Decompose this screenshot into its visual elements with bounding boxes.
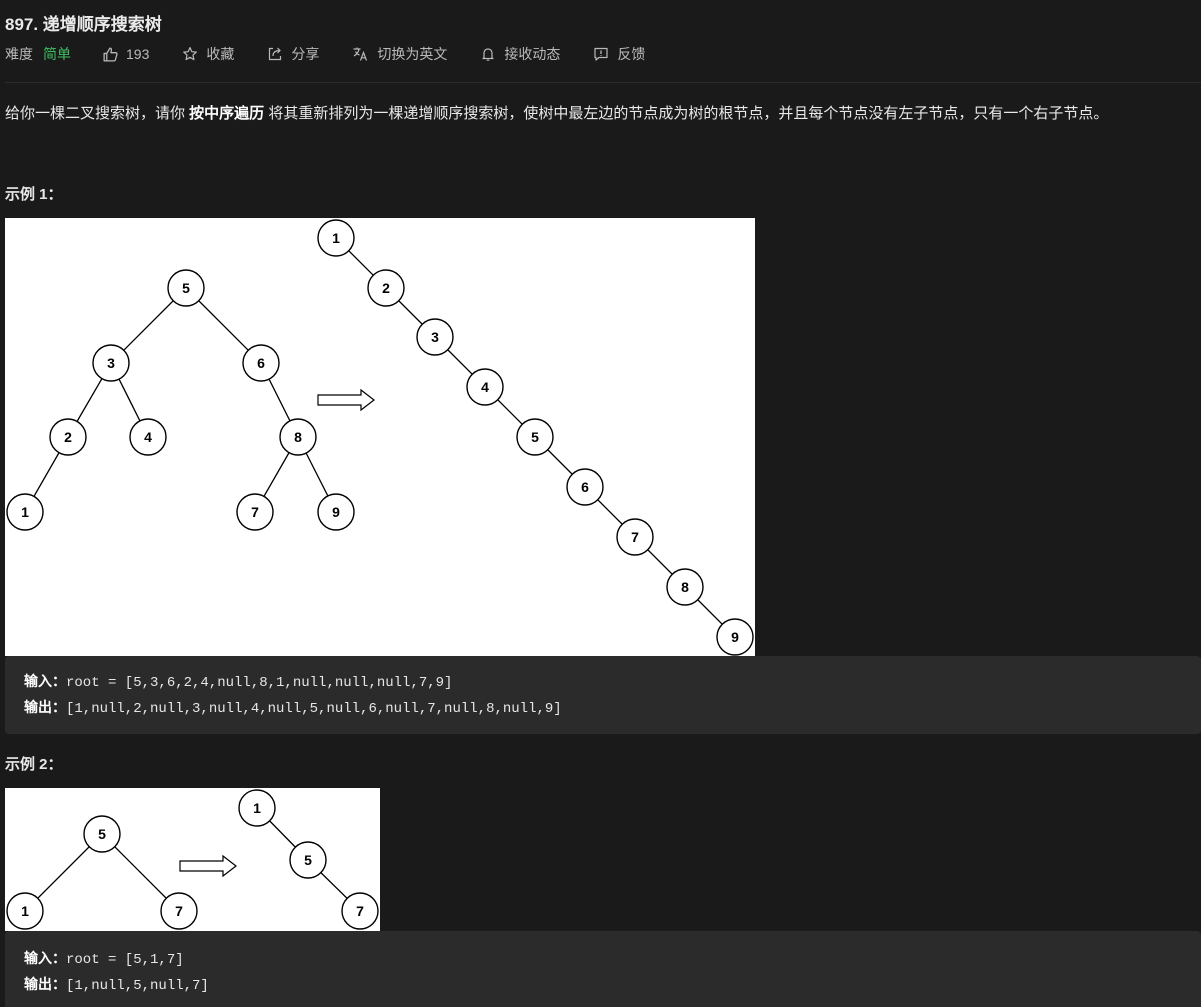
example-2-title: 示例 2： bbox=[5, 756, 63, 773]
tree-node: 5 bbox=[182, 280, 190, 296]
tree-node: 1 bbox=[21, 504, 29, 520]
tree-node: 2 bbox=[382, 280, 390, 296]
header-divider bbox=[5, 82, 1201, 83]
feedback-button[interactable]: 反馈 bbox=[593, 44, 645, 64]
thumbs-up-icon bbox=[102, 46, 119, 63]
tree-node: 7 bbox=[251, 504, 259, 520]
bell-icon bbox=[480, 46, 496, 62]
switch-language-label: 切换为英文 bbox=[377, 46, 448, 62]
description-text: 给你一棵二叉搜索树，请你 bbox=[5, 105, 190, 122]
description-text-continued: 将其重新排列为一棵递增顺序搜索树，使树中最左边的节点成为树的根节点，并且每个节点… bbox=[264, 105, 1109, 122]
favorite-label: 收藏 bbox=[206, 46, 235, 62]
description-emphasis: 按中序遍历 bbox=[189, 105, 265, 122]
tree-node: 7 bbox=[356, 903, 364, 919]
difficulty-badge: 简单 bbox=[43, 46, 71, 62]
like-count: 193 bbox=[126, 46, 150, 62]
tree-node: 5 bbox=[98, 826, 106, 842]
feedback-icon bbox=[593, 46, 609, 62]
example-1-input: 输入：root = [5,3,6,2,4,null,8,1,null,null,… bbox=[24, 671, 452, 691]
share-label: 分享 bbox=[291, 46, 320, 62]
tree-node: 4 bbox=[144, 429, 152, 445]
tree-node: 3 bbox=[431, 329, 439, 345]
tree-node: 3 bbox=[107, 355, 115, 371]
tree-node: 7 bbox=[631, 529, 639, 545]
translate-icon bbox=[352, 46, 369, 62]
example-2-output: 输出：[1,null,5,null,7] bbox=[24, 974, 209, 994]
switch-language-button[interactable]: 切换为英文 bbox=[352, 44, 447, 64]
tree-node: 4 bbox=[481, 379, 489, 395]
output-label: 输出： bbox=[24, 699, 66, 715]
problem-toolbar: 难度 简单 193 收藏 分享 切换为英文 接收动态 反馈 bbox=[5, 44, 645, 64]
tree-node: 5 bbox=[531, 429, 539, 445]
problem-description: 给你一棵二叉搜索树，请你 按中序遍历 将其重新排列为一棵递增顺序搜索树，使树中最… bbox=[5, 102, 1108, 123]
like-button[interactable]: 193 bbox=[102, 46, 149, 63]
tree-node: 6 bbox=[257, 355, 265, 371]
feedback-label: 反馈 bbox=[617, 46, 646, 62]
input-value: root = [5,3,6,2,4,null,8,1,null,null,nul… bbox=[66, 675, 453, 691]
output-label: 输出： bbox=[24, 976, 66, 992]
input-label: 输入： bbox=[24, 950, 66, 966]
example-1-figure: 5 3 6 2 4 8 1 7 9 1 2 3 4 5 6 7 8 9 bbox=[5, 218, 755, 656]
example-2-input: 输入：root = [5,1,7] bbox=[24, 948, 184, 968]
favorite-button[interactable]: 收藏 bbox=[182, 44, 234, 64]
subscribe-button[interactable]: 接收动态 bbox=[480, 44, 560, 64]
tree-node: 1 bbox=[332, 230, 340, 246]
tree-node: 5 bbox=[304, 852, 312, 868]
problem-title: 897. 递增顺序搜索树 bbox=[5, 15, 162, 34]
tree-node: 6 bbox=[581, 479, 589, 495]
example-2-figure: 5 1 7 1 5 7 bbox=[5, 788, 380, 931]
example-1-title: 示例 1： bbox=[5, 186, 63, 203]
output-value: [1,null,5,null,7] bbox=[66, 978, 209, 994]
tree-node: 1 bbox=[253, 800, 261, 816]
input-label: 输入： bbox=[24, 673, 66, 689]
example-1-io-block: 输入：root = [5,3,6,2,4,null,8,1,null,null,… bbox=[5, 656, 1201, 734]
tree-node: 9 bbox=[731, 629, 739, 645]
subscribe-label: 接收动态 bbox=[504, 46, 561, 62]
tree-node: 8 bbox=[294, 429, 302, 445]
output-value: [1,null,2,null,3,null,4,null,5,null,6,nu… bbox=[66, 701, 562, 717]
star-icon bbox=[182, 46, 198, 62]
example-2-io-block: 输入：root = [5,1,7] 输出：[1,null,5,null,7] bbox=[5, 931, 1201, 1007]
tree-node: 8 bbox=[681, 579, 689, 595]
input-value: root = [5,1,7] bbox=[66, 952, 184, 968]
example-1-output: 输出：[1,null,2,null,3,null,4,null,5,null,6… bbox=[24, 697, 562, 717]
share-icon bbox=[267, 46, 283, 62]
tree-node: 2 bbox=[64, 429, 72, 445]
share-button[interactable]: 分享 bbox=[267, 44, 319, 64]
difficulty-label: 难度 bbox=[5, 46, 33, 62]
tree-node: 1 bbox=[21, 903, 29, 919]
tree-node: 9 bbox=[332, 504, 340, 520]
tree-node: 7 bbox=[175, 903, 183, 919]
